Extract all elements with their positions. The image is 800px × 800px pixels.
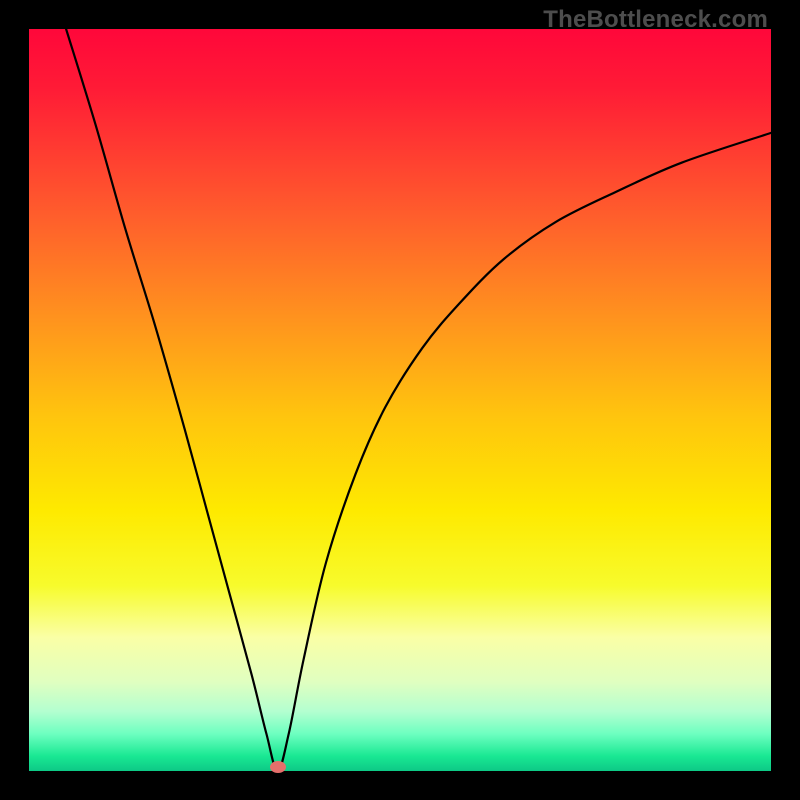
chart-frame: TheBottleneck.com xyxy=(0,0,800,800)
plot-area xyxy=(29,29,771,771)
bottleneck-curve xyxy=(66,29,771,771)
attribution-text: TheBottleneck.com xyxy=(543,6,768,34)
minimum-marker xyxy=(270,761,286,773)
curve-svg xyxy=(29,29,771,771)
